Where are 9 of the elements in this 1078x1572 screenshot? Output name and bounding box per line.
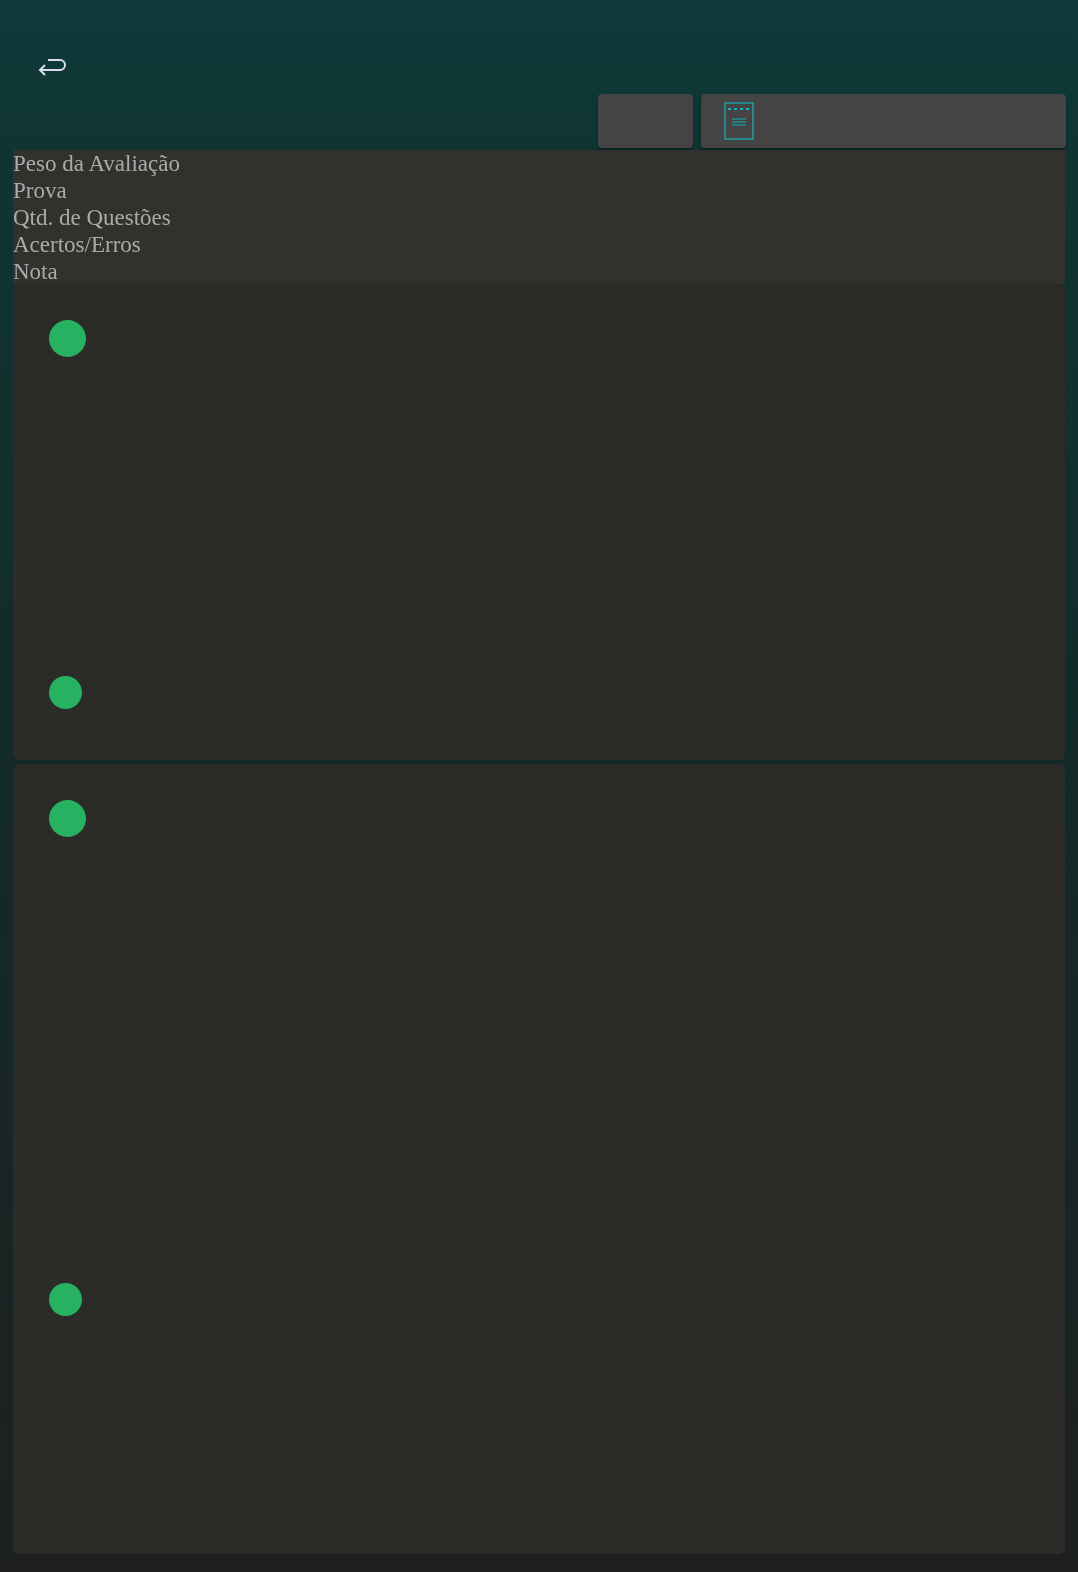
column-label: Prova — [13, 177, 67, 204]
column-label: Acertos/Erros — [13, 231, 141, 258]
column-label: Peso da Avaliação — [13, 150, 180, 177]
document-button[interactable] — [701, 94, 1066, 148]
back-icon[interactable] — [36, 57, 66, 77]
document-icon — [724, 102, 754, 140]
column-label: Qtd. de Questões — [13, 204, 171, 231]
toolbar-button[interactable] — [598, 94, 693, 148]
column-label: Nota — [13, 258, 58, 285]
